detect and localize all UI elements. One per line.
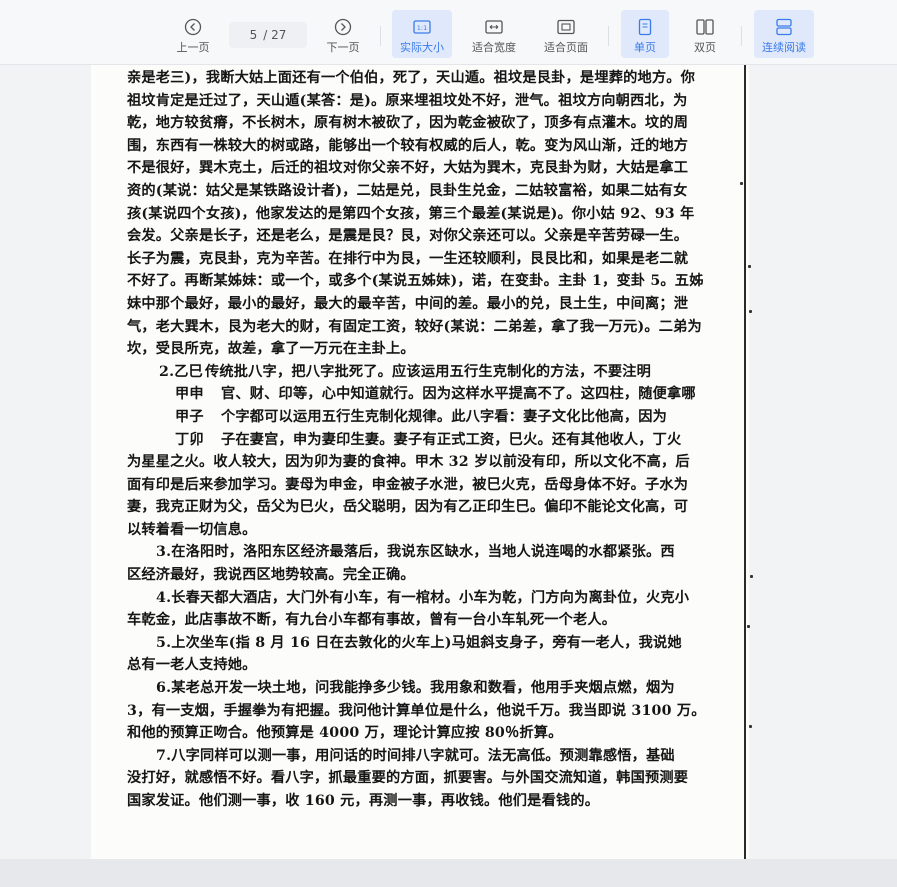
text-line: 面有印是后来参加学习。妻母为申金，申金被子水泄，被巳火克，岳母身体不好。子水为 xyxy=(127,476,689,493)
text-line: 孩(某说四个女孩)，他家发达的是第四个女孩，第三个最差(某说是)。你小姑 92、… xyxy=(127,205,695,222)
scan-speck xyxy=(748,265,751,268)
text-line: 区经济最好，我说西区地势较高。完全正确。 xyxy=(127,567,415,584)
bazi-row: 丁卯 子在妻宫，申为妻印生妻。妻子有正式工资，巳火。还有其他收人，丁火 xyxy=(127,429,703,452)
bazi-row: 甲子 个字都可以运用五行生克制化规律。此八字看：妻子文化比他高，因为 xyxy=(127,406,703,429)
double-page-label: 双页 xyxy=(694,41,716,54)
text-line: 国家发证。他们测一事，收 160 元，再测一事，再收钱。他们是看钱的。 xyxy=(127,793,600,809)
text-line: 妹中那个最好，最小的最好，最大的最辛苦，中间的差。最小的兑，艮土生，中间离；泄 xyxy=(127,295,689,312)
text-line: 3，有一支烟，手握拳为有把握。我问他计算单位是什么，他说千万。我当即说 3100… xyxy=(127,702,706,719)
scan-speck xyxy=(749,310,752,313)
item-first-line: 5.上次坐车(指 8 月 16 日在去敦化的火车上)马姐斜支身子，旁有一老人，我… xyxy=(156,634,682,651)
toolbar-divider xyxy=(608,26,609,46)
reader-toolbar: 上一页 5 / 27 下一页 1:1 实际大小 适合宽度 适合页面 单页 双页 … xyxy=(0,0,897,65)
text-line: 和他的预算正吻合。他预算是 4000 万，理论计算应按 80％折算。 xyxy=(127,725,563,742)
scan-speck xyxy=(750,575,753,578)
text-line: 为星星之火。收人较大，因为卯为妻的食神。甲木 32 岁以前没有印，所以文化不高，… xyxy=(127,454,690,471)
chevron-right-icon xyxy=(334,18,352,36)
single-page-button[interactable]: 单页 xyxy=(621,10,669,58)
page-text: 亲是老三)，我断大姑上面还有一个伯伯，死了，天山遁。祖坟是艮卦，是埋葬的地方。你… xyxy=(127,67,706,813)
text-line: 总有一老人支持她。 xyxy=(127,657,257,674)
fit-width-label: 适合宽度 xyxy=(472,41,516,54)
scan-border-line xyxy=(744,65,746,859)
prev-page-label: 上一页 xyxy=(176,41,210,54)
next-page-label: 下一页 xyxy=(326,41,360,54)
text-line: 会发。父亲是长子，还是老么，是震是艮？艮，对你父亲还可以。父亲是辛苦劳碌一生。 xyxy=(127,228,689,245)
bazi-pillar: 甲子 xyxy=(175,408,204,425)
text-line: 亲是老三)，我断大姑上面还有一个伯伯，死了，天山遁。祖坟是艮卦，是埋葬的地方。你 xyxy=(127,70,696,86)
fit-width-button[interactable]: 适合宽度 xyxy=(466,10,522,58)
bottom-scroll-area xyxy=(0,859,897,887)
single-page-label: 单页 xyxy=(634,41,656,54)
item-first-line: 6.某老总开发一块土地，问我能挣多少钱。我用象和数看，他用手夹烟点燃，烟为 xyxy=(156,680,675,697)
page-indicator[interactable]: 5 / 27 xyxy=(229,22,307,48)
double-page-icon xyxy=(696,19,714,35)
text-line: 坎，受艮所克，故差，拿了一万元在主卦上。 xyxy=(127,341,415,358)
double-page-button[interactable]: 双页 xyxy=(682,10,728,58)
item-first-line: 3.在洛阳时，洛阳东区经济最落后，我说东区缺水，当地人说连喝的水都紧张。西 xyxy=(156,544,675,561)
document-viewer[interactable]: 亲是老三)，我断大姑上面还有一个伯伯，死了，天山遁。祖坟是艮卦，是埋葬的地方。你… xyxy=(0,65,897,859)
actual-size-button[interactable]: 1:1 实际大小 xyxy=(392,10,452,58)
text-line: 长子为震，克艮卦，克为辛苦。在排行中为艮，一生还较顺利，艮艮比和，如果是老二就 xyxy=(127,250,689,267)
bazi-text: 传统批八字，把八字批死了。应该运用五行生克制化的方法，不要注明 xyxy=(205,363,652,380)
next-page-button[interactable]: 下一页 xyxy=(320,10,366,58)
total-pages: / 27 xyxy=(263,28,287,42)
text-line: 围，东西有一株较大的树或路，能够出一个较有权威的后人，乾。变为风山渐，迁的地方 xyxy=(127,137,689,154)
fit-width-icon xyxy=(485,20,503,34)
bazi-row: 甲申 官、财、印等，心中知道就行。因为这样水平提高不了。这四柱，随便拿哪 xyxy=(127,383,703,406)
bazi-pillar: 2.乙巳 xyxy=(159,363,203,380)
bazi-text: 官、财、印等，心中知道就行。因为这样水平提高不了。这四柱，随便拿哪 xyxy=(221,386,696,403)
actual-size-label: 实际大小 xyxy=(400,41,444,54)
text-line: 不是很好，巽木克土，后迁的祖坟对你父亲不好，大姑为巽木，克艮卦为财，大姑是拿工 xyxy=(127,160,689,177)
scanned-page: 亲是老三)，我断大姑上面还有一个伯伯，死了，天山遁。祖坟是艮卦，是埋葬的地方。你… xyxy=(91,65,749,859)
text-line: 气，老大巽木，艮为老大的财，有固定工资，较好(某说：二弟差，拿了我一万元)。二弟… xyxy=(127,318,702,335)
bazi-text: 子在妻宫，申为妻印生妻。妻子有正式工资，巳火。还有其他收人，丁火 xyxy=(221,431,682,448)
text-line: 妻，我克正财为父，岳父为巳火，岳父聪明，因为有乙正印生巳。偏印不能论文化高，可 xyxy=(127,499,689,516)
bazi-pillar: 丁卯 xyxy=(175,431,204,448)
continuous-reading-label: 连续阅读 xyxy=(762,41,806,54)
scan-speck xyxy=(747,625,750,628)
continuous-reading-icon xyxy=(776,18,792,36)
prev-page-button[interactable]: 上一页 xyxy=(170,10,216,58)
item-first-line: 4.长春天都大酒店，大门外有小车，有一棺材。小车为乾，门方向为离卦位，火克小 xyxy=(156,589,690,606)
continuous-reading-button[interactable]: 连续阅读 xyxy=(754,10,814,58)
text-line: 资的(某说：姑父是某铁路设计者)，二姑是兑，艮卦生兑金，二姑较富裕，如果二姑有女 xyxy=(127,182,688,199)
text-line: 祖坟肯定是迁过了，天山遁(某答：是)。原来埋祖坟处不好，泄气。祖坟方向朝西北，为 xyxy=(127,92,688,109)
svg-text:1:1: 1:1 xyxy=(417,24,427,32)
current-page-input[interactable]: 5 xyxy=(250,28,258,42)
single-page-icon xyxy=(638,18,652,36)
fit-page-label: 适合页面 xyxy=(544,41,588,54)
text-line: 乾，地方较贫瘠，不长树木，原有树木被砍了，因为乾金被砍了，顶多有点灌木。坟的周 xyxy=(127,115,689,132)
scan-speck xyxy=(749,725,752,728)
fit-page-icon xyxy=(557,19,575,35)
actual-size-icon: 1:1 xyxy=(413,20,431,34)
fit-page-button[interactable]: 适合页面 xyxy=(538,10,594,58)
bazi-pillar: 甲申 xyxy=(175,386,204,403)
bazi-text: 个字都可以运用五行生克制化规律。此八字看：妻子文化比他高，因为 xyxy=(221,408,668,425)
text-line: 以转着看一切信息。 xyxy=(127,521,257,538)
text-line: 不好了。再断某姊妹：或一个，或多个(某说五姊妹)，诺，在变卦。主卦 1，变卦 5… xyxy=(127,273,704,290)
bazi-row: 2.乙巳 传统批八字，把八字批死了。应该运用五行生克制化的方法，不要注明 xyxy=(127,361,703,384)
toolbar-divider xyxy=(741,26,742,46)
item-first-line: 7.八字同样可以测一事，用问话的时间排八字就可。法无高低。预测靠感悟，基础 xyxy=(156,747,675,764)
text-line: 车乾金，此店事故不断，有九台小车都有事故，曾有一台小车轧死一个老人。 xyxy=(127,612,617,629)
scan-speck xyxy=(740,182,743,185)
text-line: 没打好，就感悟不好。看八字，抓最重要的方面，抓要害。与外国交流知道，韩国预测要 xyxy=(127,770,689,787)
toolbar-divider xyxy=(380,26,381,46)
chevron-left-icon xyxy=(184,18,202,36)
